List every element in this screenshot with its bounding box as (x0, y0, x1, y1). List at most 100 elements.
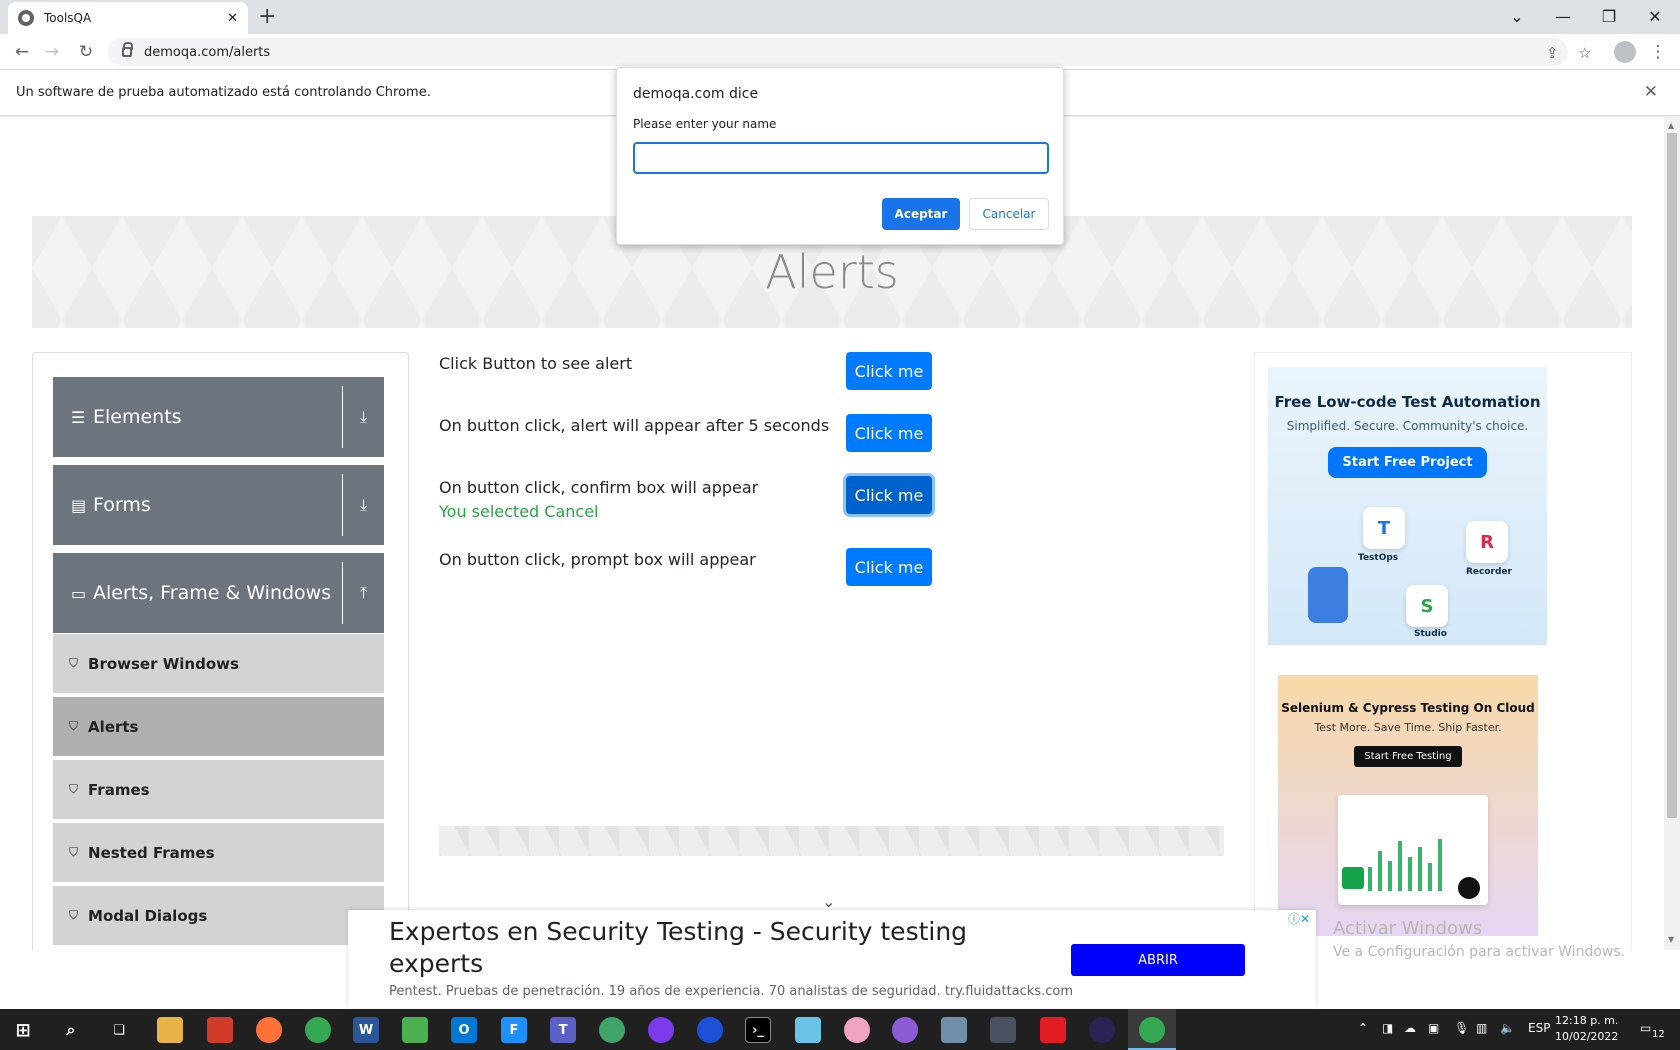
start-free-project-button[interactable]: Start Free Project (1328, 447, 1487, 478)
paint-icon[interactable] (844, 1017, 870, 1043)
notes-icon[interactable] (697, 1017, 723, 1043)
tab-close-icon[interactable]: ✕ (227, 11, 238, 26)
bottom-ad-title: Expertos en Security Testing - Security … (389, 917, 968, 978)
adchoices-icon[interactable]: ⓘ✕ (1288, 910, 1310, 927)
expand-arrow-icon[interactable]: ⤓ (342, 386, 384, 448)
sidebar-item-nested-frames[interactable]: ⛉ Nested Frames (53, 823, 384, 884)
task-view-icon[interactable]: ❏ (106, 1017, 132, 1043)
abrir-button[interactable]: ABRIR (1071, 944, 1245, 976)
sidebar-item-label: Frames (88, 780, 150, 799)
infobar-close-icon[interactable]: ✕ (1644, 82, 1658, 102)
activate-windows-subtext: Ve a Configuración para activar Windows. (1333, 944, 1626, 960)
tray-chevron-icon[interactable]: ⌃ (1358, 1021, 1368, 1035)
tray-app-icon[interactable]: ◨ (1382, 1021, 1393, 1035)
outlook-icon[interactable]: O (451, 1017, 477, 1043)
adobe-icon[interactable] (1040, 1017, 1066, 1043)
window-icon: ▭ (71, 583, 87, 603)
sidebar-item-label: Modal Dialogs (88, 906, 208, 925)
clock-time: 12:18 p. m. (1555, 1014, 1619, 1027)
window-close-icon[interactable]: ✕ (1632, 2, 1678, 30)
sidebar-group-alerts-frame-windows[interactable]: ▭ Alerts, Frame & Windows ⤒ (53, 553, 384, 633)
chevron-down-icon[interactable]: ⌄ (822, 892, 835, 911)
studio-tile-icon: S (1406, 585, 1448, 627)
tray-cloud-icon[interactable]: ☁ (1404, 1021, 1416, 1035)
lambdatest-ad[interactable]: Selenium & Cypress Testing On Cloud Test… (1278, 675, 1538, 936)
maps-icon[interactable] (599, 1017, 625, 1043)
minimize-icon[interactable]: — (1540, 2, 1586, 30)
inbox-icon[interactable] (941, 1017, 967, 1043)
reload-icon[interactable]: ↻ (74, 40, 98, 64)
katalon-ad[interactable]: Free Low-code Test Automation Simplified… (1268, 367, 1547, 645)
word-icon[interactable]: W (353, 1017, 379, 1043)
teams-icon[interactable]: T (550, 1017, 576, 1043)
tab-strip: ToolsQA ✕ + ⌄ — ❐ ✕ (0, 0, 1680, 34)
search-icon[interactable]: ⌕ (58, 1017, 84, 1043)
alert-button[interactable]: Click me (846, 352, 932, 390)
back-arrow-icon[interactable]: ← (10, 40, 34, 64)
eclipse-icon[interactable] (1089, 1017, 1115, 1043)
url-text: demoqa.com/alerts (144, 44, 271, 60)
bottom-ad-subtitle: Pentest. Pruebas de penetración. 19 años… (389, 984, 1073, 999)
microphone-icon[interactable]: 🎙 (1454, 1021, 1469, 1035)
profile-avatar-icon[interactable] (1614, 41, 1636, 63)
eclipse-purple-icon[interactable] (892, 1017, 918, 1043)
ad-subtitle: Simplified. Secure. Community's choice. (1286, 419, 1529, 433)
file-explorer-icon[interactable] (157, 1017, 183, 1043)
collapse-arrow-icon[interactable]: ⤒ (342, 562, 384, 624)
menu-kebab-icon[interactable]: ⋮ (1646, 40, 1670, 64)
chrome-icon[interactable] (1139, 1017, 1165, 1043)
terminal-icon[interactable]: ›_ (745, 1017, 771, 1043)
sidebar-item-alerts[interactable]: ⛉ Alerts (53, 697, 384, 758)
tab-toolsqa[interactable]: ToolsQA ✕ (8, 2, 248, 34)
accept-button[interactable]: Aceptar (882, 198, 960, 230)
forward-arrow-icon[interactable]: → (40, 40, 64, 64)
address-bar[interactable]: demoqa.com/alerts ⇪ ☆ (108, 38, 1591, 66)
prompt-name-input[interactable] (633, 142, 1049, 174)
clock[interactable]: 12:18 p. m. 10/02/2022 (1555, 1013, 1618, 1045)
restore-icon[interactable]: ❐ (1586, 2, 1632, 30)
cypress-logo-icon (1458, 877, 1480, 899)
chart-bar (1378, 851, 1382, 891)
html5-icon: ⛉ (69, 656, 79, 670)
bookmark-star-icon[interactable]: ☆ (1578, 44, 1591, 62)
sidebar-item-modal-dialogs[interactable]: ⛉ Modal Dialogs (53, 886, 384, 947)
volume-icon[interactable]: 🔈 (1500, 1021, 1515, 1035)
share-icon[interactable]: ⇪ (1546, 44, 1559, 62)
clock-date: 10/02/2022 (1555, 1030, 1619, 1043)
page-scrollbar[interactable]: ▲ ▼ (1664, 117, 1680, 950)
forms-icon[interactable]: F (501, 1017, 527, 1043)
scroll-up-icon[interactable]: ▲ (1668, 121, 1674, 130)
network-icon[interactable]: ▥ (1476, 1021, 1487, 1035)
new-tab-button[interactable]: + (258, 4, 276, 29)
cancel-button[interactable]: Cancelar (969, 198, 1049, 230)
chrome-canary-icon[interactable] (305, 1017, 331, 1043)
scroll-thumb[interactable] (1667, 133, 1677, 818)
tab-search-chevron-icon[interactable]: ⌄ (1494, 2, 1540, 30)
ad-illustration: T TestOps R Recorder S Studio (1308, 507, 1512, 639)
timer-alert-button[interactable]: Click me (846, 414, 932, 452)
chart-bar (1398, 841, 1402, 891)
notifications-icon[interactable]: ▭ (1640, 1021, 1651, 1035)
sidebar-item-browser-windows[interactable]: ⛉ Browser Windows (53, 634, 384, 695)
podcast-icon[interactable] (648, 1017, 674, 1043)
dashboard-illustration (1338, 795, 1488, 905)
sidebar-item-frames[interactable]: ⛉ Frames (53, 760, 384, 821)
tray-monitor-icon[interactable]: ▣ (1428, 1021, 1439, 1035)
sidebar-item-label: Alerts (88, 717, 139, 736)
sidebar-group-elements[interactable]: ☰ Elements ⤓ (53, 377, 384, 457)
start-free-testing-button[interactable]: Start Free Testing (1354, 746, 1462, 767)
language-indicator[interactable]: ESP (1528, 1021, 1550, 1035)
project-icon[interactable] (402, 1017, 428, 1043)
expand-arrow-icon[interactable]: ⤓ (342, 474, 384, 536)
windows-start-icon[interactable]: ⊞ (10, 1017, 36, 1043)
bottom-ad-banner[interactable]: Expertos en Security Testing - Security … (348, 910, 1316, 1008)
notepad-icon[interactable] (795, 1017, 821, 1043)
scroll-down-icon[interactable]: ▼ (1668, 935, 1674, 944)
office-icon[interactable] (207, 1017, 233, 1043)
media-icon[interactable] (990, 1017, 1016, 1043)
sidebar-group-forms[interactable]: ▤ Forms ⤓ (53, 465, 384, 545)
activate-windows-watermark: Activar Windows (1333, 918, 1483, 939)
prompt-button[interactable]: Click me (846, 548, 932, 586)
confirm-button[interactable]: Click me (846, 476, 932, 514)
firefox-icon[interactable] (256, 1017, 282, 1043)
